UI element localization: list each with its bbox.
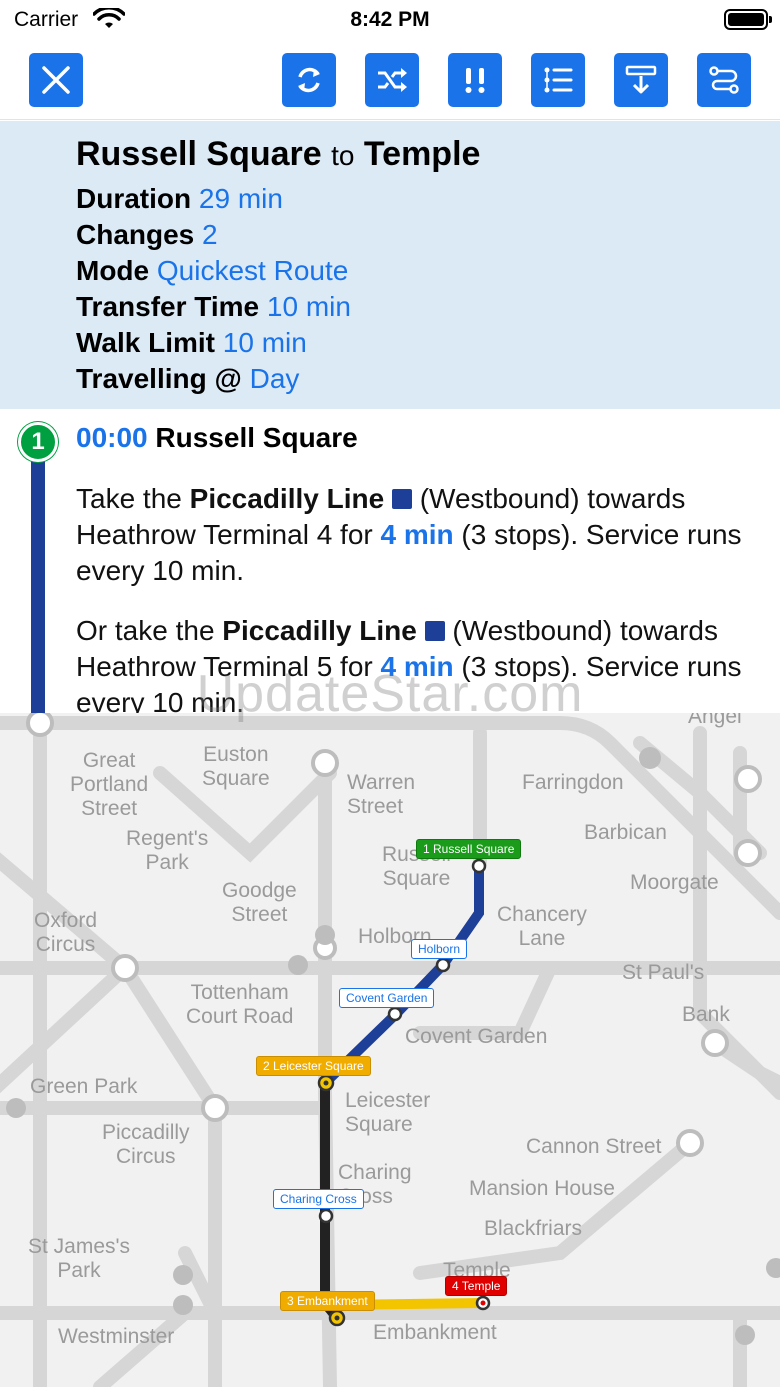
alerts-button[interactable] xyxy=(448,53,502,107)
map-label-barbican: Barbican xyxy=(584,821,667,844)
map-label-leicester-square: Leicester Square xyxy=(345,1089,431,1136)
download-icon xyxy=(625,65,657,94)
map-label-covent-garden: Covent Garden xyxy=(405,1025,548,1048)
map-label-farringdon: Farringdon xyxy=(522,771,624,794)
map-pill-embankment[interactable]: 3 Embankment xyxy=(280,1291,375,1311)
refresh-icon xyxy=(298,67,320,93)
map-pill-russell-square[interactable]: 1 Russell Square xyxy=(416,839,522,859)
map-pill-charing-cross[interactable]: Charing Cross xyxy=(273,1189,364,1209)
map-label-euston-square: Euston Square xyxy=(202,743,270,790)
close-icon xyxy=(42,66,70,94)
status-bar: Carrier 8:42 PM xyxy=(0,0,780,40)
step-heading: 00:00 Russell Square xyxy=(76,422,358,453)
summary-changes: Changes 2 xyxy=(76,219,218,250)
map-label-regents-park: Regent's Park xyxy=(126,827,209,874)
map-label-tottenham-court-road: Tottenham Court Road xyxy=(186,981,294,1028)
map-label-chancery-lane: Chancery Lane xyxy=(497,903,587,950)
map-label-st-pauls: St Paul's xyxy=(622,961,705,984)
step-number-badge: 1 xyxy=(18,422,58,462)
map-label-oxford-circus: Oxford Circus xyxy=(34,909,98,956)
refresh-button[interactable] xyxy=(282,53,336,107)
summary-transfer-time: Transfer Time 10 min xyxy=(76,291,351,322)
summary-walk-limit: Walk Limit 10 min xyxy=(76,327,307,358)
map-label-great-portland: Great Portland Street xyxy=(70,749,149,820)
map-pill-covent-garden[interactable]: Covent Garden xyxy=(339,988,435,1008)
watermark: UpdateStar.com xyxy=(196,665,584,723)
map-label-cannon-street: Cannon Street xyxy=(526,1135,662,1158)
line-color-swatch xyxy=(391,489,412,509)
map-label-warren-street: Warren Street xyxy=(347,771,416,818)
map-label-blackfriars: Blackfriars xyxy=(484,1217,583,1240)
map-pill-temple[interactable]: 4 Temple xyxy=(445,1276,508,1296)
alerts-icon xyxy=(465,68,485,93)
summary-duration: Duration 29 min xyxy=(76,183,283,214)
step-instruction: Take the Piccadilly Line (Westbound) tow… xyxy=(76,483,742,586)
journey-title: Russell Square to Temple xyxy=(76,135,481,173)
list-button[interactable] xyxy=(531,53,585,107)
line-color-swatch xyxy=(424,621,445,641)
list-icon xyxy=(544,67,573,93)
toolbar xyxy=(0,40,780,120)
clock: 8:42 PM xyxy=(350,8,430,31)
map-label-westminster: Westminster xyxy=(58,1325,175,1348)
journey-summary: Russell Square to Temple Duration 29 min… xyxy=(0,121,780,409)
map-label-bank: Bank xyxy=(682,1003,730,1026)
close-button[interactable] xyxy=(29,53,83,107)
map-pill-leicester-square[interactable]: 2 Leicester Square xyxy=(256,1056,371,1076)
route-icon xyxy=(709,66,739,94)
map-label-green-park: Green Park xyxy=(30,1075,138,1098)
summary-mode: Mode Quickest Route xyxy=(76,255,349,286)
shuffle-icon xyxy=(378,68,407,92)
battery-icon xyxy=(724,9,772,30)
map-pill-holborn[interactable]: Holborn xyxy=(411,939,468,959)
map-label-mansion-house: Mansion House xyxy=(469,1177,615,1200)
summary-travelling: Travelling @ Day xyxy=(76,363,300,394)
route-button[interactable] xyxy=(697,53,751,107)
download-button[interactable] xyxy=(614,53,668,107)
map-label-embankment: Embankment xyxy=(373,1321,497,1344)
map-label-moorgate: Moorgate xyxy=(630,871,719,894)
map-label-piccadilly-circus: Piccadilly Circus xyxy=(102,1121,190,1168)
map-label-st-james-park: St James's Park xyxy=(28,1235,131,1282)
shuffle-button[interactable] xyxy=(365,53,419,107)
map-label-goodge-street: Goodge Street xyxy=(222,879,297,926)
tube-map[interactable]: Angel Great Portland Street Euston Squar… xyxy=(0,713,780,1387)
